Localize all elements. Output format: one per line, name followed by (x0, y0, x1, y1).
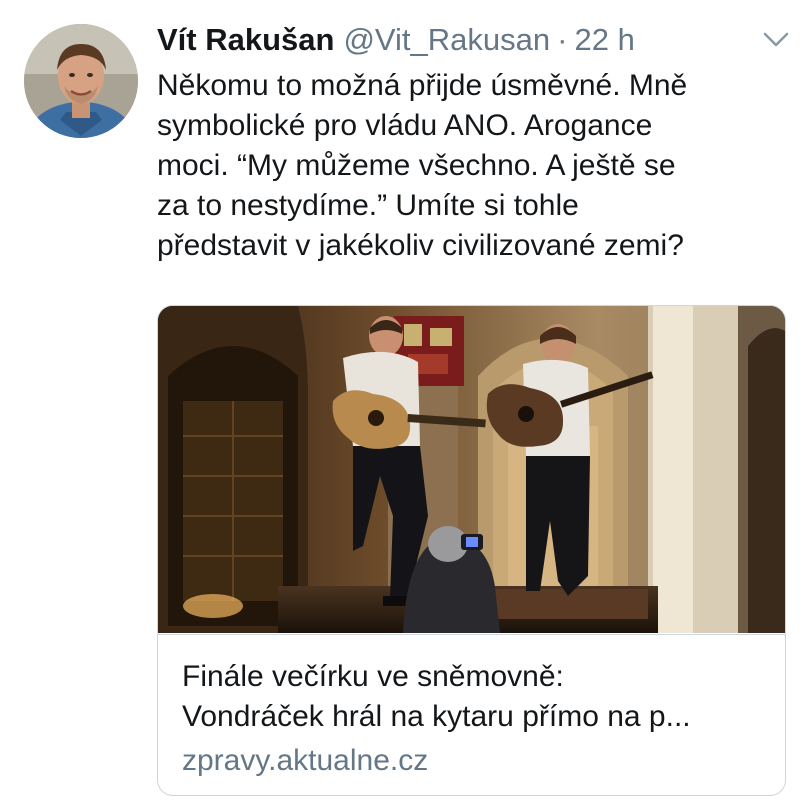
tweet-text: Někomu to možná přijde úsměvné. Mně symb… (157, 66, 789, 266)
link-card[interactable]: Finále večírku ve sněmovně: Vondráček hr… (157, 305, 786, 796)
tweet-text-line: symbolické pro vládu ANO. Arogance (157, 109, 653, 142)
card-title-line: Finále večírku ve sněmovně: (182, 660, 564, 693)
tweet-timestamp[interactable]: 22 h (574, 22, 634, 58)
chevron-down-icon[interactable] (760, 28, 792, 52)
tweet-header: Vít Rakušan @Vit_Rakusan · 22 h (157, 22, 635, 62)
tweet-text-line: za to nestydíme.” Umíte si tohle (157, 189, 579, 222)
card-domain[interactable]: zpravy.aktualne.cz (182, 741, 428, 781)
author-handle[interactable]: @Vit_Rakusan (343, 22, 550, 58)
card-title-line: Vondráček hrál na kytaru přímo na p... (182, 700, 691, 733)
tweet-text-line: moci. “My můžeme všechno. A ještě se (157, 149, 676, 182)
profile-photo (24, 24, 138, 138)
tweet-text-line: Někomu to možná přijde úsměvné. Mně (157, 69, 688, 102)
tweet-text-line: představit v jakékoliv civilizované zemi… (157, 229, 684, 262)
card-body[interactable]: Finále večírku ve sněmovně: Vondráček hr… (158, 634, 785, 795)
avatar[interactable] (24, 24, 138, 138)
card-title[interactable]: Finále večírku ve sněmovně: Vondráček hr… (182, 657, 772, 737)
card-image[interactable] (158, 306, 785, 633)
photo-guitarists-on-stage (158, 306, 785, 633)
tweet: Vít Rakušan @Vit_Rakusan · 22 h Někomu t… (0, 0, 808, 808)
author-name[interactable]: Vít Rakušan (157, 22, 334, 58)
separator-dot: · (557, 22, 568, 57)
